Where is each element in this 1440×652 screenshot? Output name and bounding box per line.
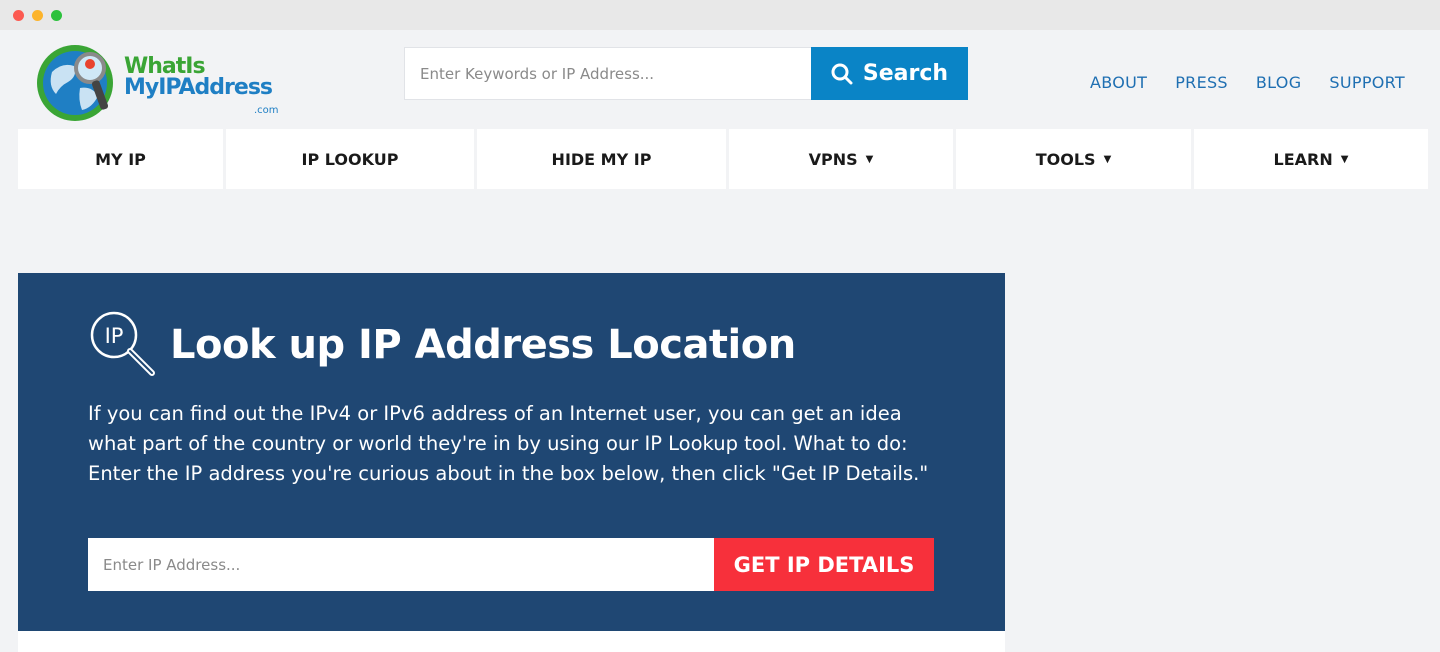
close-window-button[interactable]: [13, 10, 24, 21]
site-search-input[interactable]: [404, 47, 811, 100]
top-link-blog[interactable]: BLOG: [1256, 73, 1302, 92]
nav-item-label: TOOLS: [1035, 149, 1096, 169]
page-title: Look up IP Address Location: [170, 322, 796, 368]
nav-item-label: LEARN: [1273, 149, 1333, 169]
content-panel: [18, 631, 1005, 652]
site-search-button[interactable]: Search: [811, 47, 968, 100]
logo-line-2: MyIPAddress: [124, 75, 273, 100]
nav-item-tools[interactable]: TOOLS ▼: [956, 129, 1191, 189]
ip-magnifier-icon: IP: [90, 311, 155, 376]
logo-wordmark: WhatIs MyIPAddress .com: [124, 54, 279, 117]
get-ip-details-button[interactable]: GET IP DETAILS: [714, 538, 934, 591]
globe-magnifier-icon: [37, 45, 113, 121]
logo-tld: .com: [254, 105, 279, 116]
maximize-window-button[interactable]: [51, 10, 62, 21]
main-nav: MY IP IP LOOKUP HIDE MY IP VPNS ▼ TOOLS …: [18, 129, 1428, 189]
browser-window-bar: [0, 0, 1440, 30]
logo-line-1: WhatIs: [124, 54, 206, 79]
nav-item-label: HIDE MY IP: [551, 149, 652, 169]
chevron-down-icon: ▼: [865, 153, 874, 165]
hero-description: If you can find out the IPv4 or IPv6 add…: [88, 402, 929, 485]
site-search-button-label: Search: [862, 61, 949, 86]
minimize-window-button[interactable]: [32, 10, 43, 21]
top-link-press[interactable]: PRESS: [1175, 73, 1228, 92]
chevron-down-icon: ▼: [1340, 153, 1349, 165]
nav-item-label: VPNS: [808, 149, 858, 169]
site-logo[interactable]: WhatIs MyIPAddress .com: [34, 40, 284, 124]
nav-item-learn[interactable]: LEARN ▼: [1194, 129, 1428, 189]
ip-icon-text: IP: [105, 324, 124, 348]
ip-lookup-hero: IP Look up IP Address Location If you ca…: [18, 273, 1005, 631]
chevron-down-icon: ▼: [1103, 153, 1112, 165]
search-icon: [831, 63, 853, 84]
nav-item-label: IP LOOKUP: [301, 149, 399, 169]
hero-heading: IP Look up IP Address Location: [88, 309, 796, 381]
nav-item-hide-my-ip[interactable]: HIDE MY IP: [477, 129, 726, 189]
nav-item-vpns[interactable]: VPNS ▼: [729, 129, 953, 189]
ip-lookup-form: GET IP DETAILS: [88, 538, 934, 591]
top-link-about[interactable]: ABOUT: [1090, 73, 1147, 92]
top-link-support[interactable]: SUPPORT: [1329, 73, 1405, 92]
nav-item-my-ip[interactable]: MY IP: [18, 129, 223, 189]
site-search: Search: [404, 47, 968, 100]
nav-item-label: MY IP: [95, 149, 146, 169]
ip-address-input[interactable]: [88, 538, 714, 591]
nav-item-ip-lookup[interactable]: IP LOOKUP: [226, 129, 474, 189]
top-links: ABOUT PRESS BLOG SUPPORT: [1090, 73, 1405, 92]
